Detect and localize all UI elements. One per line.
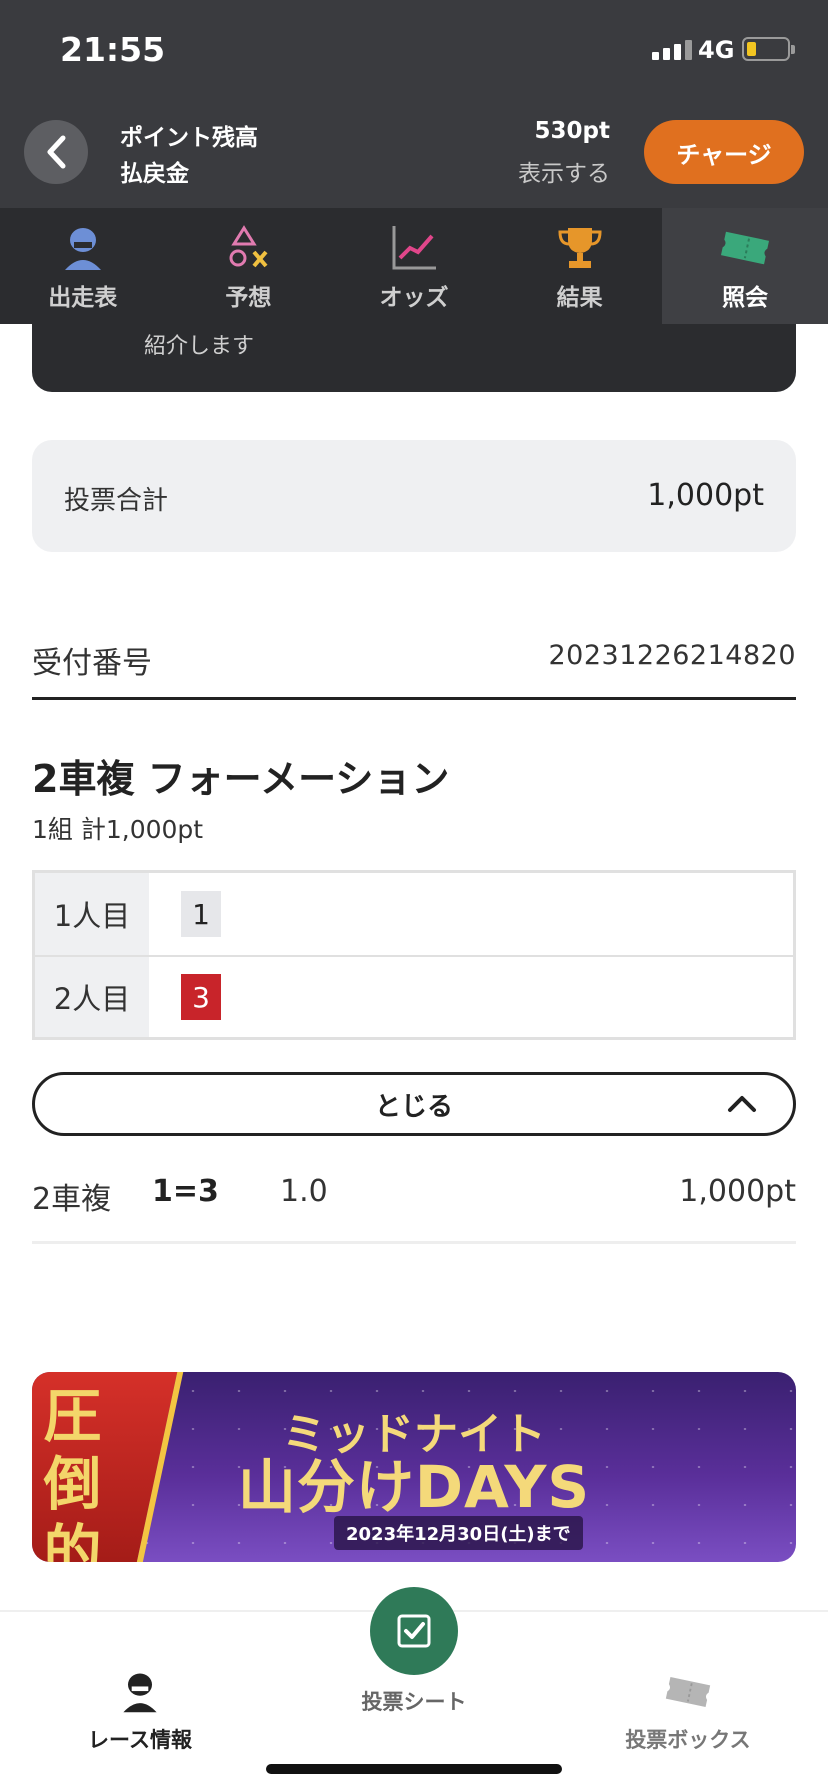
receipt-number-value: 20231226214820 (548, 640, 796, 671)
bet-result-amount: 1,000pt (679, 1174, 796, 1209)
chevron-left-icon (47, 135, 66, 169)
nav-label: 投票ボックス (625, 1728, 751, 1752)
rider-number-chip: 3 (181, 974, 221, 1020)
nav-label: レース情報 (88, 1728, 192, 1752)
bet-type-title: 2車複 フォーメーション (32, 757, 450, 801)
tab-label: オッズ (379, 285, 449, 311)
promo-banner[interactable]: 圧倒的 ミッドナイト 山分けDAYS 2023年12月30日(土)まで (32, 1372, 796, 1562)
close-button-label: とじる (374, 1091, 453, 1122)
selection-table: 1人目 1 2人目 3 (32, 870, 796, 1040)
tab-prediction[interactable]: 予想 (166, 208, 332, 324)
vote-total-label: 投票合計 (64, 486, 169, 516)
bet-result-type: 2車複 (32, 1182, 112, 1217)
tab-label: 出走表 (48, 285, 118, 311)
ticket-icon (665, 1676, 711, 1708)
intro-text: 紹介します (144, 334, 255, 359)
bet-result-row: 2車複 1=3 1.0 1,000pt (32, 1172, 796, 1244)
chevron-up-icon (728, 1096, 756, 1112)
ticket-icon (721, 231, 770, 265)
selection-position-label: 1人目 (35, 873, 149, 955)
vote-sheet-fab[interactable] (370, 1587, 458, 1675)
promo-deadline: 2023年12月30日(土)まで (334, 1516, 583, 1550)
status-bar: 21:55 4G (0, 0, 828, 104)
rider-number-chip: 1 (181, 891, 221, 937)
back-button[interactable] (24, 120, 88, 184)
selection-row: 2人目 3 (35, 955, 793, 1037)
vote-total-value: 1,000pt (647, 478, 764, 513)
vote-total-box: 投票合計 1,000pt (32, 440, 796, 552)
check-icon (397, 1614, 431, 1648)
nav-vote-sheet[interactable]: 投票シート (304, 1686, 524, 1716)
signal-icon (652, 40, 692, 60)
tab-inquiry[interactable]: 照会 (662, 208, 828, 324)
bet-result-odds: 1.0 (280, 1174, 328, 1209)
nav-vote-box[interactable]: 投票ボックス (578, 1668, 798, 1754)
charge-button[interactable]: チャージ (644, 120, 804, 184)
close-button[interactable]: とじる (32, 1072, 796, 1136)
show-refund-link[interactable]: 表示する (518, 154, 610, 188)
points-balance-label: ポイント残高 (120, 125, 258, 151)
tab-label: 予想 (225, 285, 272, 311)
odds-chart-icon (392, 226, 436, 270)
bet-result-combo: 1=3 (152, 1174, 219, 1209)
rider-icon (123, 1673, 157, 1713)
prediction-icon (229, 225, 268, 268)
tab-entries[interactable]: 出走表 (0, 208, 166, 324)
bet-summary: 1組 計1,000pt (32, 815, 204, 844)
race-tab-bar: 出走表 予想 オッズ 結果 照会 (0, 208, 828, 324)
tab-label: 結果 (556, 285, 603, 311)
points-balance-value: 530pt (534, 118, 610, 144)
promo-title-line2: 山分けDAYS (237, 1453, 591, 1521)
home-indicator (266, 1764, 562, 1774)
nav-label: 投票シート (361, 1690, 467, 1714)
network-label: 4G (698, 36, 735, 64)
rider-icon (64, 228, 101, 270)
tab-results[interactable]: 結果 (497, 208, 663, 324)
tab-odds[interactable]: オッズ (331, 208, 497, 324)
refund-label: 払戻金 (120, 161, 189, 187)
app-header: ポイント残高 払戻金 530pt 表示する チャージ (0, 104, 828, 208)
receipt-number-row: 受付番号 20231226214820 (32, 628, 796, 700)
selection-position-label: 2人目 (35, 957, 149, 1037)
trophy-icon (558, 228, 602, 268)
receipt-number-label: 受付番号 (32, 646, 152, 681)
tab-label: 照会 (722, 285, 769, 311)
nav-race-info[interactable]: レース情報 (30, 1668, 250, 1754)
status-time: 21:55 (60, 30, 166, 69)
battery-icon (742, 37, 795, 61)
selection-row: 1人目 1 (35, 873, 793, 955)
